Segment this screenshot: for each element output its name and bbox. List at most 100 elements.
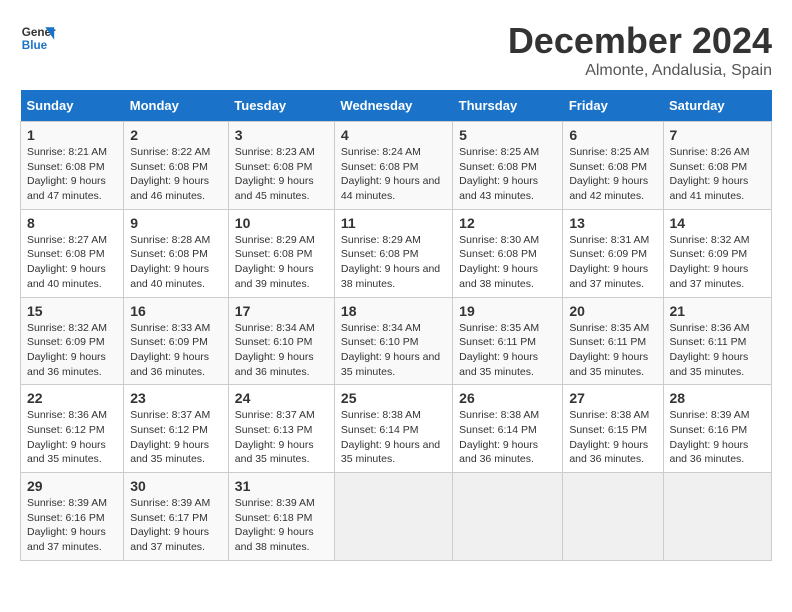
- calendar-cell: 28 Sunrise: 8:39 AMSunset: 6:16 PMDaylig…: [663, 385, 772, 473]
- calendar-cell: 24 Sunrise: 8:37 AMSunset: 6:13 PMDaylig…: [228, 385, 334, 473]
- page-title: December 2024: [508, 20, 772, 62]
- day-info: Sunrise: 8:39 AMSunset: 6:18 PMDaylight:…: [235, 497, 315, 553]
- week-row-3: 15 Sunrise: 8:32 AMSunset: 6:09 PMDaylig…: [21, 297, 772, 385]
- day-info: Sunrise: 8:38 AMSunset: 6:15 PMDaylight:…: [569, 409, 649, 465]
- day-info: Sunrise: 8:24 AMSunset: 6:08 PMDaylight:…: [341, 146, 440, 202]
- calendar-cell: 2 Sunrise: 8:22 AMSunset: 6:08 PMDayligh…: [124, 122, 229, 210]
- day-number: 10: [235, 215, 328, 231]
- day-info: Sunrise: 8:36 AMSunset: 6:11 PMDaylight:…: [670, 322, 750, 378]
- day-info: Sunrise: 8:35 AMSunset: 6:11 PMDaylight:…: [569, 322, 649, 378]
- week-row-5: 29 Sunrise: 8:39 AMSunset: 6:16 PMDaylig…: [21, 473, 772, 561]
- day-number: 18: [341, 303, 446, 319]
- day-info: Sunrise: 8:37 AMSunset: 6:12 PMDaylight:…: [130, 409, 210, 465]
- header-monday: Monday: [124, 90, 229, 122]
- day-info: Sunrise: 8:28 AMSunset: 6:08 PMDaylight:…: [130, 234, 210, 290]
- day-number: 22: [27, 390, 117, 406]
- day-number: 2: [130, 127, 222, 143]
- day-info: Sunrise: 8:25 AMSunset: 6:08 PMDaylight:…: [569, 146, 649, 202]
- day-info: Sunrise: 8:36 AMSunset: 6:12 PMDaylight:…: [27, 409, 107, 465]
- calendar-cell: 17 Sunrise: 8:34 AMSunset: 6:10 PMDaylig…: [228, 297, 334, 385]
- calendar-cell: 22 Sunrise: 8:36 AMSunset: 6:12 PMDaylig…: [21, 385, 124, 473]
- svg-text:Blue: Blue: [22, 39, 48, 52]
- day-info: Sunrise: 8:21 AMSunset: 6:08 PMDaylight:…: [27, 146, 107, 202]
- day-number: 3: [235, 127, 328, 143]
- day-info: Sunrise: 8:37 AMSunset: 6:13 PMDaylight:…: [235, 409, 315, 465]
- calendar-body: 1 Sunrise: 8:21 AMSunset: 6:08 PMDayligh…: [21, 122, 772, 561]
- calendar-cell: 23 Sunrise: 8:37 AMSunset: 6:12 PMDaylig…: [124, 385, 229, 473]
- calendar-cell: 8 Sunrise: 8:27 AMSunset: 6:08 PMDayligh…: [21, 209, 124, 297]
- header-wednesday: Wednesday: [334, 90, 452, 122]
- day-info: Sunrise: 8:38 AMSunset: 6:14 PMDaylight:…: [341, 409, 440, 465]
- calendar-cell: 12 Sunrise: 8:30 AMSunset: 6:08 PMDaylig…: [453, 209, 563, 297]
- day-number: 12: [459, 215, 556, 231]
- day-number: 9: [130, 215, 222, 231]
- calendar-cell: 10 Sunrise: 8:29 AMSunset: 6:08 PMDaylig…: [228, 209, 334, 297]
- calendar-cell: [453, 473, 563, 561]
- header-thursday: Thursday: [453, 90, 563, 122]
- day-number: 13: [569, 215, 656, 231]
- calendar-cell: 25 Sunrise: 8:38 AMSunset: 6:14 PMDaylig…: [334, 385, 452, 473]
- calendar-cell: 29 Sunrise: 8:39 AMSunset: 6:16 PMDaylig…: [21, 473, 124, 561]
- day-number: 21: [670, 303, 766, 319]
- calendar-cell: 16 Sunrise: 8:33 AMSunset: 6:09 PMDaylig…: [124, 297, 229, 385]
- day-number: 25: [341, 390, 446, 406]
- day-info: Sunrise: 8:29 AMSunset: 6:08 PMDaylight:…: [235, 234, 315, 290]
- day-number: 8: [27, 215, 117, 231]
- day-number: 27: [569, 390, 656, 406]
- header-sunday: Sunday: [21, 90, 124, 122]
- day-info: Sunrise: 8:27 AMSunset: 6:08 PMDaylight:…: [27, 234, 107, 290]
- day-number: 30: [130, 478, 222, 494]
- day-number: 1: [27, 127, 117, 143]
- day-number: 28: [670, 390, 766, 406]
- day-info: Sunrise: 8:32 AMSunset: 6:09 PMDaylight:…: [670, 234, 750, 290]
- calendar-cell: 19 Sunrise: 8:35 AMSunset: 6:11 PMDaylig…: [453, 297, 563, 385]
- week-row-2: 8 Sunrise: 8:27 AMSunset: 6:08 PMDayligh…: [21, 209, 772, 297]
- header-saturday: Saturday: [663, 90, 772, 122]
- day-number: 11: [341, 215, 446, 231]
- day-info: Sunrise: 8:29 AMSunset: 6:08 PMDaylight:…: [341, 234, 440, 290]
- day-number: 31: [235, 478, 328, 494]
- day-number: 17: [235, 303, 328, 319]
- day-info: Sunrise: 8:32 AMSunset: 6:09 PMDaylight:…: [27, 322, 107, 378]
- day-number: 23: [130, 390, 222, 406]
- day-info: Sunrise: 8:26 AMSunset: 6:08 PMDaylight:…: [670, 146, 750, 202]
- day-number: 5: [459, 127, 556, 143]
- day-info: Sunrise: 8:39 AMSunset: 6:16 PMDaylight:…: [27, 497, 107, 553]
- calendar-cell: [334, 473, 452, 561]
- calendar-cell: 31 Sunrise: 8:39 AMSunset: 6:18 PMDaylig…: [228, 473, 334, 561]
- day-info: Sunrise: 8:23 AMSunset: 6:08 PMDaylight:…: [235, 146, 315, 202]
- calendar-cell: 3 Sunrise: 8:23 AMSunset: 6:08 PMDayligh…: [228, 122, 334, 210]
- day-number: 6: [569, 127, 656, 143]
- day-info: Sunrise: 8:33 AMSunset: 6:09 PMDaylight:…: [130, 322, 210, 378]
- calendar-cell: 13 Sunrise: 8:31 AMSunset: 6:09 PMDaylig…: [563, 209, 663, 297]
- day-number: 26: [459, 390, 556, 406]
- day-number: 20: [569, 303, 656, 319]
- calendar-cell: 5 Sunrise: 8:25 AMSunset: 6:08 PMDayligh…: [453, 122, 563, 210]
- calendar-cell: 26 Sunrise: 8:38 AMSunset: 6:14 PMDaylig…: [453, 385, 563, 473]
- day-number: 16: [130, 303, 222, 319]
- day-info: Sunrise: 8:22 AMSunset: 6:08 PMDaylight:…: [130, 146, 210, 202]
- calendar-cell: 9 Sunrise: 8:28 AMSunset: 6:08 PMDayligh…: [124, 209, 229, 297]
- title-area: December 2024 Almonte, Andalusia, Spain: [508, 20, 772, 80]
- day-number: 29: [27, 478, 117, 494]
- day-info: Sunrise: 8:39 AMSunset: 6:17 PMDaylight:…: [130, 497, 210, 553]
- day-info: Sunrise: 8:30 AMSunset: 6:08 PMDaylight:…: [459, 234, 539, 290]
- day-info: Sunrise: 8:34 AMSunset: 6:10 PMDaylight:…: [235, 322, 315, 378]
- header-tuesday: Tuesday: [228, 90, 334, 122]
- calendar-table: SundayMondayTuesdayWednesdayThursdayFrid…: [20, 90, 772, 561]
- calendar-cell: 20 Sunrise: 8:35 AMSunset: 6:11 PMDaylig…: [563, 297, 663, 385]
- day-info: Sunrise: 8:39 AMSunset: 6:16 PMDaylight:…: [670, 409, 750, 465]
- logo: General Blue: [20, 20, 56, 56]
- calendar-cell: 7 Sunrise: 8:26 AMSunset: 6:08 PMDayligh…: [663, 122, 772, 210]
- week-row-4: 22 Sunrise: 8:36 AMSunset: 6:12 PMDaylig…: [21, 385, 772, 473]
- calendar-cell: 14 Sunrise: 8:32 AMSunset: 6:09 PMDaylig…: [663, 209, 772, 297]
- day-info: Sunrise: 8:38 AMSunset: 6:14 PMDaylight:…: [459, 409, 539, 465]
- day-number: 7: [670, 127, 766, 143]
- day-info: Sunrise: 8:35 AMSunset: 6:11 PMDaylight:…: [459, 322, 539, 378]
- calendar-cell: 4 Sunrise: 8:24 AMSunset: 6:08 PMDayligh…: [334, 122, 452, 210]
- day-number: 14: [670, 215, 766, 231]
- page-subtitle: Almonte, Andalusia, Spain: [508, 62, 772, 80]
- calendar-cell: 30 Sunrise: 8:39 AMSunset: 6:17 PMDaylig…: [124, 473, 229, 561]
- logo-icon: General Blue: [20, 20, 56, 56]
- calendar-cell: 1 Sunrise: 8:21 AMSunset: 6:08 PMDayligh…: [21, 122, 124, 210]
